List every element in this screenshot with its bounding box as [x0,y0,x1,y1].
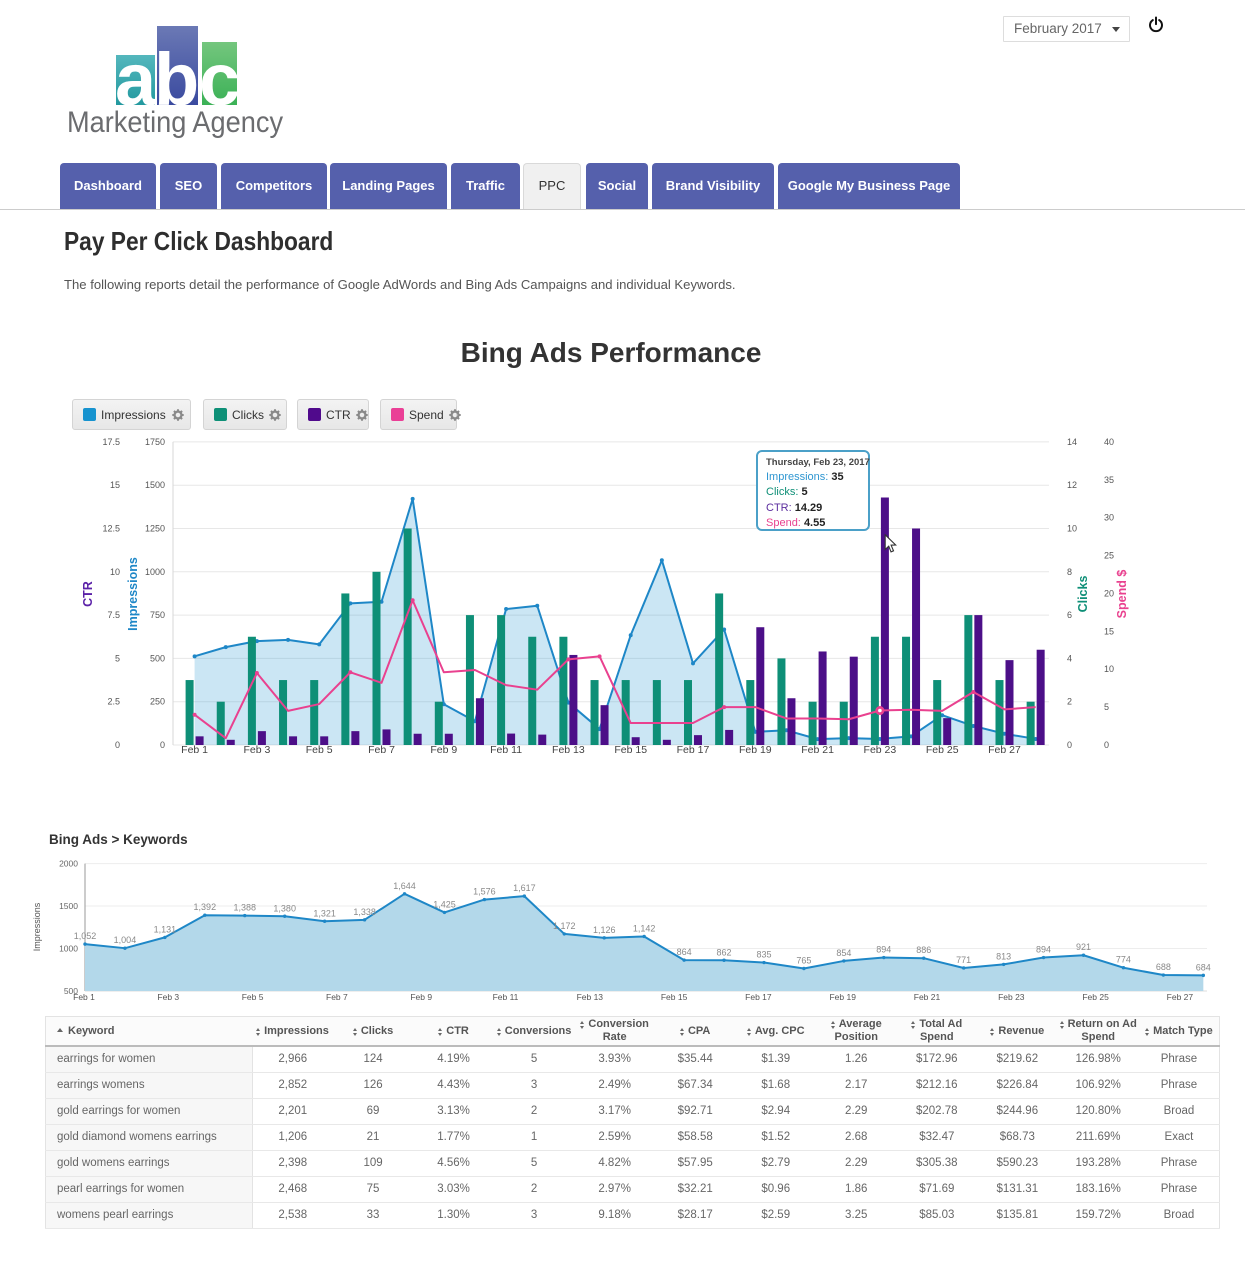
svg-text:1,004: 1,004 [114,935,137,945]
svg-text:1,131: 1,131 [154,924,177,934]
svg-text:1,126: 1,126 [593,925,616,935]
svg-text:684: 684 [1196,962,1211,972]
svg-text:12.5: 12.5 [102,524,120,534]
svg-text:Feb 21: Feb 21 [801,744,834,756]
svg-text:10: 10 [110,567,120,577]
svg-text:0: 0 [115,740,120,750]
svg-text:Feb 7: Feb 7 [326,992,348,1002]
svg-text:2000: 2000 [59,859,78,869]
svg-text:854: 854 [836,948,851,958]
svg-text:Feb 13: Feb 13 [552,744,585,756]
svg-text:Feb 1: Feb 1 [181,744,208,756]
svg-text:1,052: 1,052 [74,931,97,941]
svg-text:835: 835 [756,950,771,960]
svg-text:7.5: 7.5 [107,610,120,620]
svg-text:10: 10 [1104,664,1114,674]
svg-text:35: 35 [1104,475,1114,485]
svg-text:1,321: 1,321 [313,908,336,918]
svg-text:0: 0 [1067,740,1072,750]
svg-text:774: 774 [1116,955,1131,965]
svg-text:1500: 1500 [59,901,78,911]
svg-text:4: 4 [1067,653,1072,663]
svg-text:Feb 3: Feb 3 [243,744,270,756]
svg-text:Feb 17: Feb 17 [745,992,772,1002]
svg-text:886: 886 [916,945,931,955]
svg-text:813: 813 [996,951,1011,961]
svg-text:500: 500 [150,653,165,663]
svg-text:15: 15 [110,480,120,490]
svg-text:Feb 5: Feb 5 [242,992,264,1002]
svg-text:Feb 3: Feb 3 [157,992,179,1002]
svg-text:688: 688 [1156,962,1171,972]
svg-text:2.5: 2.5 [107,697,120,707]
svg-text:894: 894 [876,945,891,955]
svg-text:0: 0 [1104,740,1109,750]
svg-text:CTR: CTR [81,581,95,607]
svg-text:864: 864 [677,947,692,957]
svg-text:1,388: 1,388 [233,903,256,913]
svg-text:10: 10 [1067,524,1077,534]
svg-text:8: 8 [1067,567,1072,577]
svg-text:1000: 1000 [59,944,78,954]
svg-text:Clicks: Clicks [1076,576,1090,613]
svg-text:0: 0 [160,740,165,750]
svg-text:894: 894 [1036,945,1051,955]
svg-text:1,172: 1,172 [553,921,576,931]
svg-text:Feb 13: Feb 13 [577,992,604,1002]
svg-text:30: 30 [1104,513,1114,523]
svg-text:Feb 19: Feb 19 [829,992,856,1002]
svg-text:25: 25 [1104,551,1114,561]
svg-text:Feb 25: Feb 25 [1082,992,1109,1002]
svg-text:Feb 23: Feb 23 [998,992,1025,1002]
svg-text:12: 12 [1067,480,1077,490]
svg-text:40: 40 [1104,437,1114,447]
svg-text:Feb 27: Feb 27 [1167,992,1194,1002]
svg-text:Feb 19: Feb 19 [739,744,772,756]
svg-text:765: 765 [796,955,811,965]
svg-text:5: 5 [1104,702,1109,712]
svg-text:Feb 9: Feb 9 [430,744,457,756]
svg-text:1250: 1250 [145,524,165,534]
svg-text:921: 921 [1076,942,1091,952]
svg-text:Feb 11: Feb 11 [490,744,522,756]
svg-text:1,644: 1,644 [393,881,416,891]
svg-text:5: 5 [115,653,120,663]
svg-text:6: 6 [1067,610,1072,620]
svg-text:Feb 21: Feb 21 [914,992,941,1002]
svg-text:1750: 1750 [145,437,165,447]
svg-text:Feb 1: Feb 1 [73,992,95,1002]
svg-text:Feb 25: Feb 25 [926,744,959,756]
svg-text:1,380: 1,380 [273,903,296,913]
svg-text:1,392: 1,392 [194,902,217,912]
svg-text:Spend $: Spend $ [1115,570,1129,619]
svg-text:Feb 7: Feb 7 [368,744,395,756]
svg-text:750: 750 [150,610,165,620]
svg-text:Impressions: Impressions [126,557,140,631]
svg-text:17.5: 17.5 [102,437,120,447]
svg-text:20: 20 [1104,588,1114,598]
svg-text:15: 15 [1104,626,1114,636]
svg-text:1,576: 1,576 [473,887,496,897]
svg-text:1,142: 1,142 [633,923,656,933]
svg-text:Impressions: Impressions [32,902,42,951]
svg-text:Feb 9: Feb 9 [410,992,432,1002]
svg-text:Feb 27: Feb 27 [988,744,1021,756]
svg-text:862: 862 [717,947,732,957]
svg-text:Feb 15: Feb 15 [614,744,647,756]
svg-text:Feb 5: Feb 5 [306,744,333,756]
svg-text:1000: 1000 [145,567,165,577]
svg-text:250: 250 [150,697,165,707]
svg-text:Feb 23: Feb 23 [864,744,897,756]
svg-text:1,617: 1,617 [513,883,536,893]
svg-text:771: 771 [956,955,971,965]
svg-text:14: 14 [1067,437,1077,447]
svg-text:Feb 15: Feb 15 [661,992,688,1002]
svg-text:1,338: 1,338 [353,907,376,917]
svg-text:2: 2 [1067,697,1072,707]
svg-text:1500: 1500 [145,480,165,490]
svg-text:Feb 17: Feb 17 [677,744,710,756]
svg-text:Feb 11: Feb 11 [493,992,519,1002]
svg-text:1,425: 1,425 [433,899,456,909]
